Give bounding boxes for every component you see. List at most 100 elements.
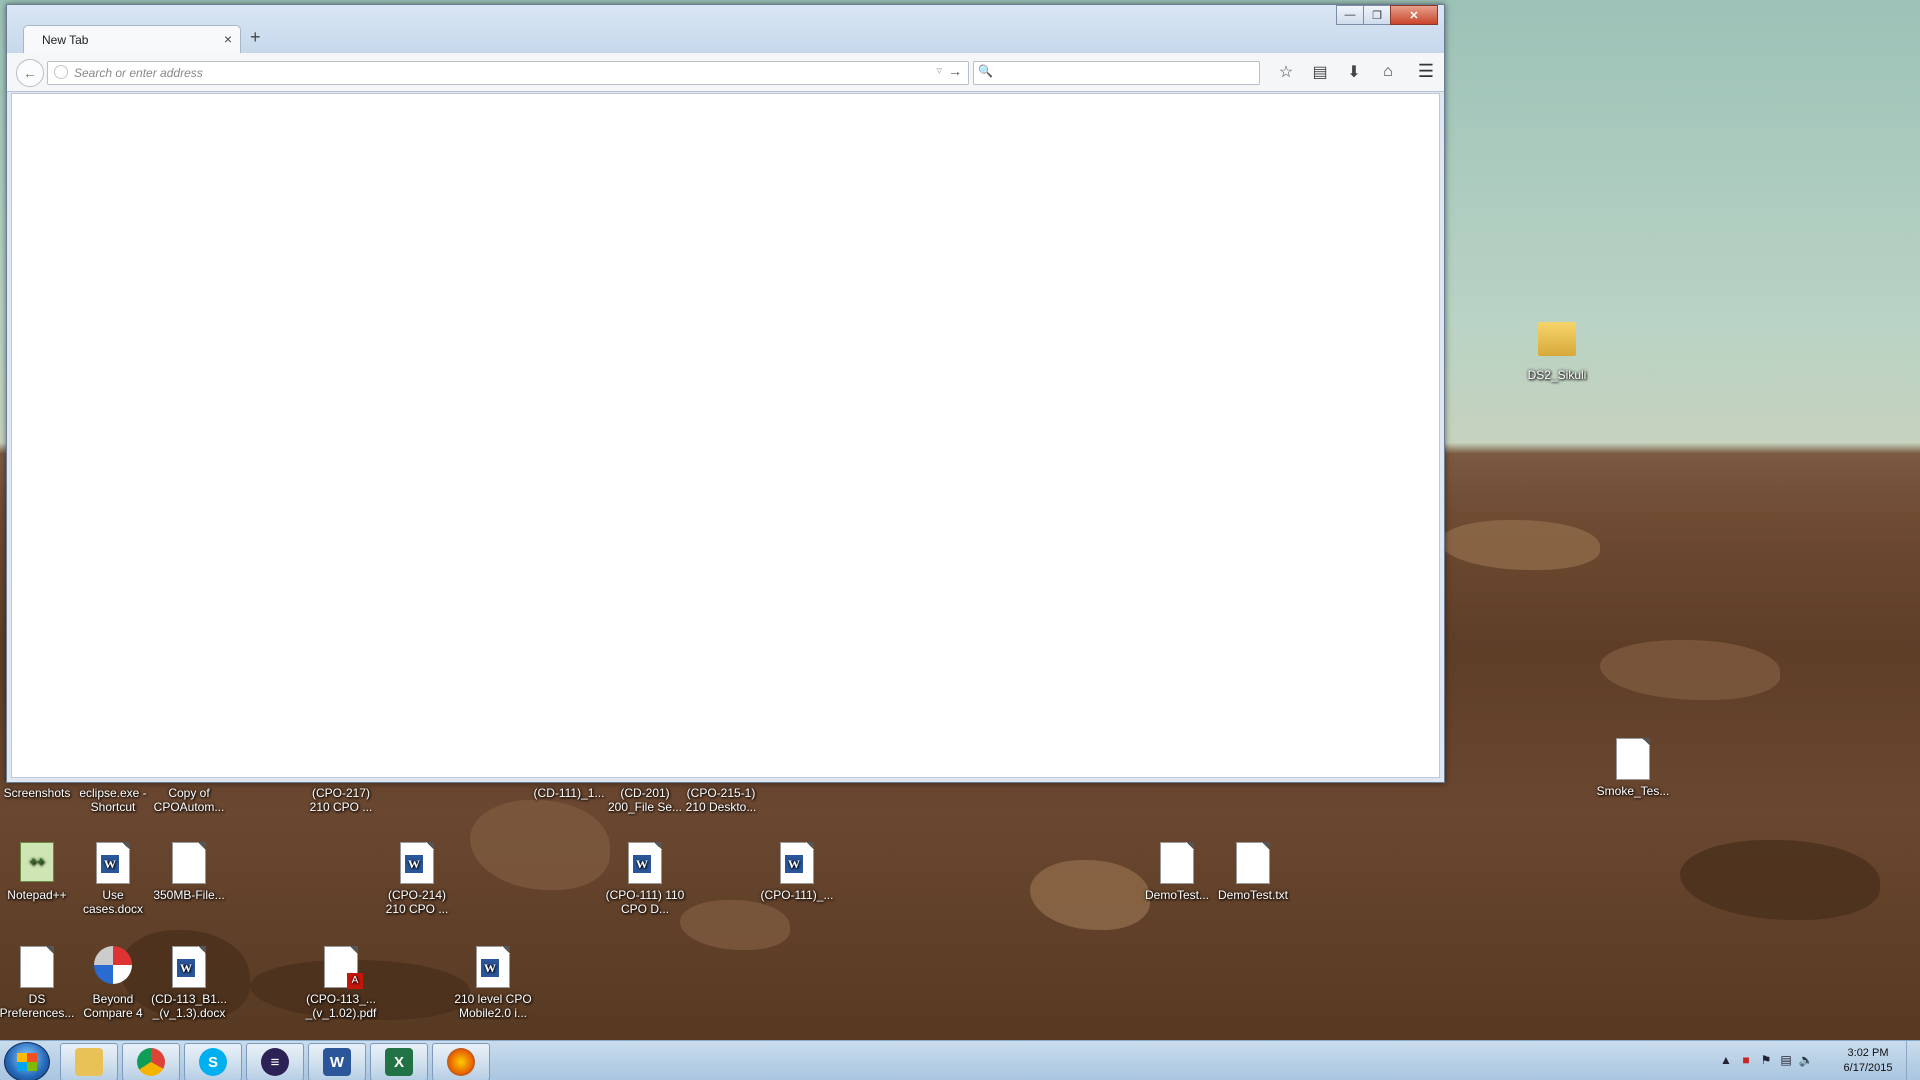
window-controls: — ❐ ✕: [1336, 5, 1438, 25]
app-tray-icon[interactable]: ■: [1736, 1053, 1756, 1067]
desktop-icon-demotest[interactable]: DemoTest...: [1137, 842, 1217, 902]
icon-label: 350MB-File...: [153, 888, 225, 902]
desktop-icon-cpo-217[interactable]: (CPO-217) 210 CPO ...: [301, 786, 381, 814]
url-input[interactable]: [72, 64, 896, 82]
desktop-icon-use-cases[interactable]: W Use cases.docx: [73, 842, 153, 916]
word-document-icon: W: [400, 842, 434, 884]
icon-label: DS Preferences...: [0, 992, 75, 1020]
toolbar-icons: ☆ ▤ ⬇ ⌂: [1269, 61, 1405, 83]
home-icon[interactable]: ⌂: [1371, 61, 1405, 83]
desktop-icon-cd-113[interactable]: W (CD-113_B1... _(v_1.3).docx: [149, 946, 229, 1020]
action-center-flag-icon[interactable]: ⚑: [1756, 1053, 1776, 1067]
desktop-icon-cpo-111-b[interactable]: W (CPO-111)_...: [757, 842, 837, 902]
taskbar-firefox[interactable]: [432, 1043, 490, 1080]
desktop-icon-210-level-cpo[interactable]: W 210 level CPO Mobile2.0 i...: [453, 946, 533, 1020]
rock: [680, 900, 790, 950]
desktop-icon-cd-111-1[interactable]: (CD-111)_1...: [529, 786, 609, 800]
desktop: Screenshots eclipse.exe - Shortcut Copy …: [0, 0, 1920, 1080]
icon-label: Copy of CPOAutom...: [153, 786, 225, 814]
taskbar-explorer[interactable]: [60, 1043, 118, 1080]
rock: [1030, 860, 1150, 930]
rock: [1680, 840, 1880, 920]
folder-icon: [75, 1048, 103, 1076]
word-document-icon: W: [628, 842, 662, 884]
word-document-icon: W: [780, 842, 814, 884]
minimize-button[interactable]: —: [1336, 5, 1364, 25]
bookmark-star-icon[interactable]: ☆: [1269, 61, 1303, 83]
desktop-icon-notepadpp[interactable]: ++ Notepad++: [0, 842, 77, 902]
tab-title: New Tab: [42, 33, 89, 47]
icon-label: (CPO-214) 210 CPO ...: [385, 888, 449, 916]
bookmarks-menu-icon[interactable]: ▤: [1303, 61, 1337, 83]
word-document-icon: W: [172, 946, 206, 988]
taskbar: S ≡ W X ▲ ■ ⚑ ▤ 🔈 3:02 PM 6/17/2015: [0, 1040, 1920, 1080]
text-file-icon: [172, 842, 206, 884]
rock: [1440, 520, 1600, 570]
text-file-icon: [1236, 842, 1270, 884]
desktop-icon-cpo-214[interactable]: W (CPO-214) 210 CPO ...: [377, 842, 457, 916]
url-bar[interactable]: ▿ →: [47, 61, 969, 85]
desktop-icon-cd-201[interactable]: (CD-201) 200_File Se...: [605, 786, 685, 814]
rock: [1600, 640, 1780, 700]
desktop-icon-350mb-file[interactable]: 350MB-File...: [149, 842, 229, 902]
icon-label: (CPO-111) 110 CPO D...: [605, 888, 685, 916]
icon-label: (CPO-215-1) 210 Deskto...: [685, 786, 757, 814]
back-arrow-icon: ←: [23, 65, 37, 81]
excel-icon: X: [385, 1048, 413, 1076]
folder-icon: [1538, 322, 1576, 356]
windows-logo-icon: [17, 1053, 37, 1071]
close-window-button[interactable]: ✕: [1390, 5, 1438, 25]
tab-close-icon[interactable]: ×: [224, 31, 232, 47]
maximize-button[interactable]: ❐: [1363, 5, 1391, 25]
search-icon: 🔍: [978, 64, 993, 78]
icon-label: (CD-113_B1... _(v_1.3).docx: [151, 992, 227, 1020]
icon-label: DemoTest.txt: [1217, 888, 1289, 902]
icon-label: (CPO-113_... _(v_1.02).pdf: [305, 992, 377, 1020]
rock: [470, 800, 610, 890]
start-button[interactable]: [4, 1042, 50, 1080]
network-icon[interactable]: ▤: [1776, 1053, 1796, 1067]
desktop-icon-ds-preferences[interactable]: DS Preferences...: [0, 946, 77, 1020]
page-content[interactable]: [11, 93, 1440, 778]
desktop-icon-ds2-sikuli[interactable]: DS2_Sikuli: [1517, 316, 1597, 382]
desktop-icon-screenshots[interactable]: Screenshots: [0, 786, 77, 800]
taskbar-chrome[interactable]: [122, 1043, 180, 1080]
preferences-file-icon: [20, 946, 54, 988]
icon-label: DemoTest...: [1144, 888, 1210, 902]
desktop-icon-cpo-113-pdf[interactable]: A (CPO-113_... _(v_1.02).pdf: [301, 946, 381, 1020]
icon-label: Smoke_Tes...: [1596, 784, 1670, 798]
show-desktop-button[interactable]: [1906, 1041, 1920, 1080]
icon-label: Beyond Compare 4: [83, 992, 143, 1020]
taskbar-eclipse[interactable]: ≡: [246, 1043, 304, 1080]
icon-label: DS2_Sikuli: [1527, 368, 1587, 382]
new-tab-button[interactable]: +: [250, 27, 261, 48]
go-arrow-icon[interactable]: →: [948, 63, 962, 79]
desktop-icon-eclipse-shortcut[interactable]: eclipse.exe - Shortcut: [73, 786, 153, 814]
history-dropdown-icon[interactable]: ▿: [936, 64, 942, 77]
firefox-window[interactable]: — ❐ ✕ New Tab × + ← ▿ → 🔍 ☆ ▤: [6, 4, 1445, 783]
pdf-document-icon: A: [324, 946, 363, 989]
desktop-icon-smoke-tes[interactable]: Smoke_Tes...: [1593, 738, 1673, 798]
desktop-icon-cpo-215-1[interactable]: (CPO-215-1) 210 Deskto...: [681, 786, 761, 814]
downloads-icon[interactable]: ⬇: [1337, 61, 1371, 83]
taskbar-skype[interactable]: S: [184, 1043, 242, 1080]
desktop-icon-beyond-compare[interactable]: Beyond Compare 4: [73, 946, 153, 1020]
volume-icon[interactable]: 🔈: [1796, 1053, 1816, 1067]
search-bar[interactable]: 🔍: [973, 61, 1260, 85]
icon-label: Use cases.docx: [82, 888, 144, 916]
desktop-icon-cpo-111[interactable]: W (CPO-111) 110 CPO D...: [605, 842, 685, 916]
system-clock[interactable]: 3:02 PM 6/17/2015: [1838, 1046, 1898, 1076]
clock-date: 6/17/2015: [1843, 1062, 1893, 1074]
icon-label: (CPO-111)_...: [760, 888, 834, 902]
title-bar[interactable]: — ❐ ✕ New Tab × +: [7, 5, 1444, 54]
taskbar-word[interactable]: W: [308, 1043, 366, 1080]
back-button[interactable]: ←: [16, 59, 44, 87]
desktop-icon-copy-of-cpoautom[interactable]: Copy of CPOAutom...: [149, 786, 229, 814]
show-hidden-icons-icon[interactable]: ▲: [1716, 1053, 1736, 1067]
icon-label: 210 level CPO Mobile2.0 i...: [454, 992, 532, 1020]
taskbar-excel[interactable]: X: [370, 1043, 428, 1080]
hamburger-menu-icon[interactable]: ☰: [1418, 61, 1434, 82]
desktop-icon-demotest-txt[interactable]: DemoTest.txt: [1213, 842, 1293, 902]
tab-new-tab[interactable]: New Tab ×: [23, 25, 241, 54]
icon-label: eclipse.exe - Shortcut: [79, 786, 147, 814]
